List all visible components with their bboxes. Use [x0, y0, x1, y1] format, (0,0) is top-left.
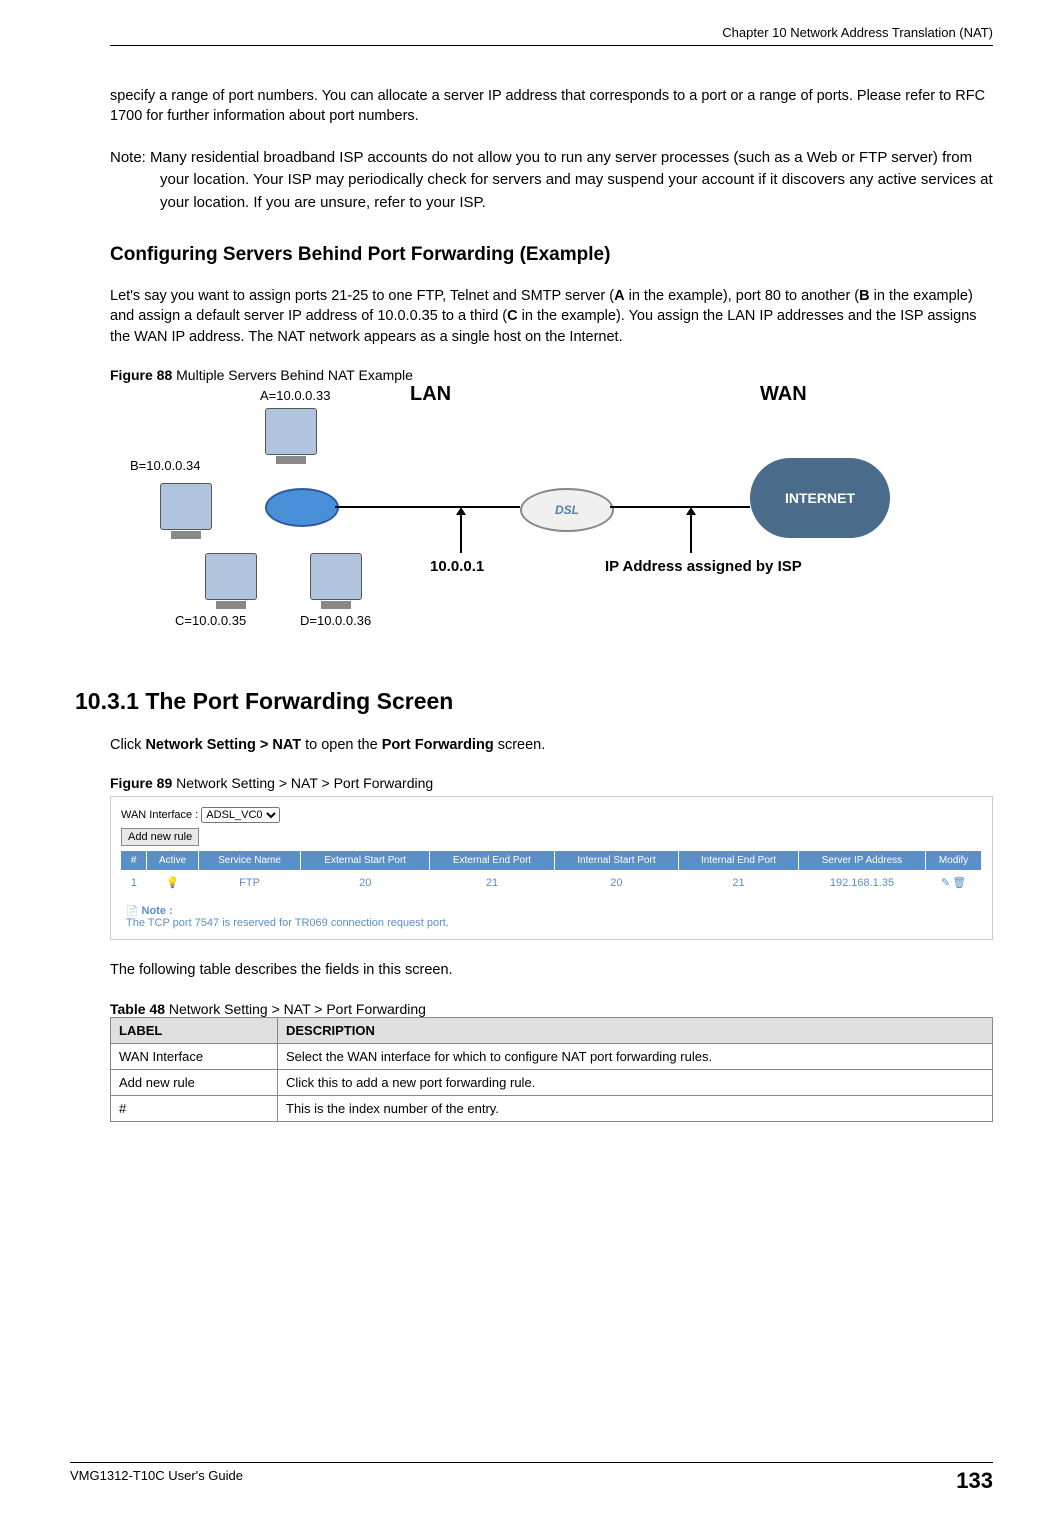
note-icon — [126, 905, 138, 917]
table-row: Add new rule Click this to add a new por… — [111, 1069, 993, 1095]
pc-d-icon — [310, 553, 362, 600]
label-lan: LAN — [410, 383, 451, 406]
isp-note: Note: Many residential broadband ISP acc… — [110, 147, 993, 215]
header-rule — [110, 45, 993, 46]
wan-interface-label: WAN Interface : — [121, 809, 198, 821]
col-active: Active — [147, 851, 199, 870]
internet-cloud-icon: INTERNET — [750, 458, 890, 538]
screenshot-note: Note : The TCP port 7547 is reserved for… — [121, 905, 982, 929]
cell-modify: ✎🗑 — [926, 870, 982, 895]
label-isp-ip: IP Address assigned by ISP — [605, 558, 802, 575]
table-intro-text: The following table describes the fields… — [110, 960, 993, 980]
port-forwarding-screenshot: WAN Interface : ADSL_VC0 Add new rule # … — [110, 796, 993, 940]
label-cell: WAN Interface — [111, 1043, 278, 1069]
delete-icon[interactable]: 🗑 — [952, 877, 966, 889]
intro-paragraph: specify a range of port numbers. You can… — [110, 86, 993, 127]
col-ext-end: External End Port — [430, 851, 554, 870]
cell-active — [147, 870, 199, 895]
label-d: D=10.0.0.36 — [300, 613, 371, 628]
section-heading-port-forwarding-screen: 10.3.1 The Port Forwarding Screen — [75, 688, 993, 715]
example-paragraph: Let's say you want to assign ports 21-25… — [110, 286, 993, 347]
table-row: WAN Interface Select the WAN interface f… — [111, 1043, 993, 1069]
col-modify: Modify — [926, 851, 982, 870]
network-diagram: A=10.0.0.33 LAN WAN B=10.0.0.34 C=10.0.0… — [130, 388, 993, 648]
edit-icon[interactable]: ✎ — [941, 877, 950, 889]
label-a: A=10.0.0.33 — [260, 388, 330, 403]
pc-b-icon — [160, 483, 212, 530]
th-label: LABEL — [111, 1017, 278, 1043]
col-service: Service Name — [198, 851, 300, 870]
footer-guide-name: VMG1312-T10C User's Guide — [70, 1468, 243, 1494]
table-48-caption: Table 48 Network Setting > NAT > Port Fo… — [110, 1001, 993, 1017]
section-heading-configuring: Configuring Servers Behind Port Forwardi… — [110, 244, 993, 266]
label-gateway-ip: 10.0.0.1 — [430, 558, 484, 575]
table-row: # This is the index number of the entry. — [111, 1095, 993, 1121]
desc-cell: This is the index number of the entry. — [278, 1095, 993, 1121]
pc-a-icon — [265, 408, 317, 455]
chapter-header: Chapter 10 Network Address Translation (… — [110, 25, 993, 40]
desc-cell: Select the WAN interface for which to co… — [278, 1043, 993, 1069]
cell-num: 1 — [121, 870, 147, 895]
arrow-gateway — [460, 513, 462, 553]
label-cell: # — [111, 1095, 278, 1121]
page-number: 133 — [956, 1468, 993, 1494]
cell-service: FTP — [198, 870, 300, 895]
pc-c-icon — [205, 553, 257, 600]
wan-interface-select[interactable]: ADSL_VC0 — [201, 807, 280, 823]
click-instruction: Click Network Setting > NAT to open the … — [110, 735, 993, 755]
col-int-end: Internal End Port — [679, 851, 799, 870]
desc-cell: Click this to add a new port forwarding … — [278, 1069, 993, 1095]
page-footer: VMG1312-T10C User's Guide 133 — [70, 1462, 993, 1494]
cell-ext-start: 20 — [301, 870, 430, 895]
line-router-dsl — [335, 506, 520, 508]
router-icon — [265, 488, 339, 527]
figure-88-caption: Figure 88 Multiple Servers Behind NAT Ex… — [110, 367, 993, 383]
table-row: 1 FTP 20 21 20 21 192.168.1.35 ✎🗑 — [121, 870, 982, 895]
arrow-isp — [690, 513, 692, 553]
dsl-modem-icon: DSL — [520, 488, 614, 532]
col-num: # — [121, 851, 147, 870]
cell-ext-end: 21 — [430, 870, 554, 895]
cell-int-start: 20 — [554, 870, 678, 895]
col-server-ip: Server IP Address — [798, 851, 925, 870]
col-ext-start: External Start Port — [301, 851, 430, 870]
label-wan: WAN — [760, 383, 807, 406]
line-dsl-cloud — [610, 506, 750, 508]
cell-server-ip: 192.168.1.35 — [798, 870, 925, 895]
add-new-rule-button[interactable]: Add new rule — [121, 828, 199, 846]
figure-89-caption: Figure 89 Network Setting > NAT > Port F… — [110, 775, 993, 791]
active-bulb-icon[interactable] — [166, 877, 180, 889]
label-cell: Add new rule — [111, 1069, 278, 1095]
label-b: B=10.0.0.34 — [130, 458, 200, 473]
cell-int-end: 21 — [679, 870, 799, 895]
th-desc: DESCRIPTION — [278, 1017, 993, 1043]
label-c: C=10.0.0.35 — [175, 613, 246, 628]
col-int-start: Internal Start Port — [554, 851, 678, 870]
port-forwarding-table: # Active Service Name External Start Por… — [121, 851, 982, 895]
description-table: LABEL DESCRIPTION WAN Interface Select t… — [110, 1017, 993, 1122]
